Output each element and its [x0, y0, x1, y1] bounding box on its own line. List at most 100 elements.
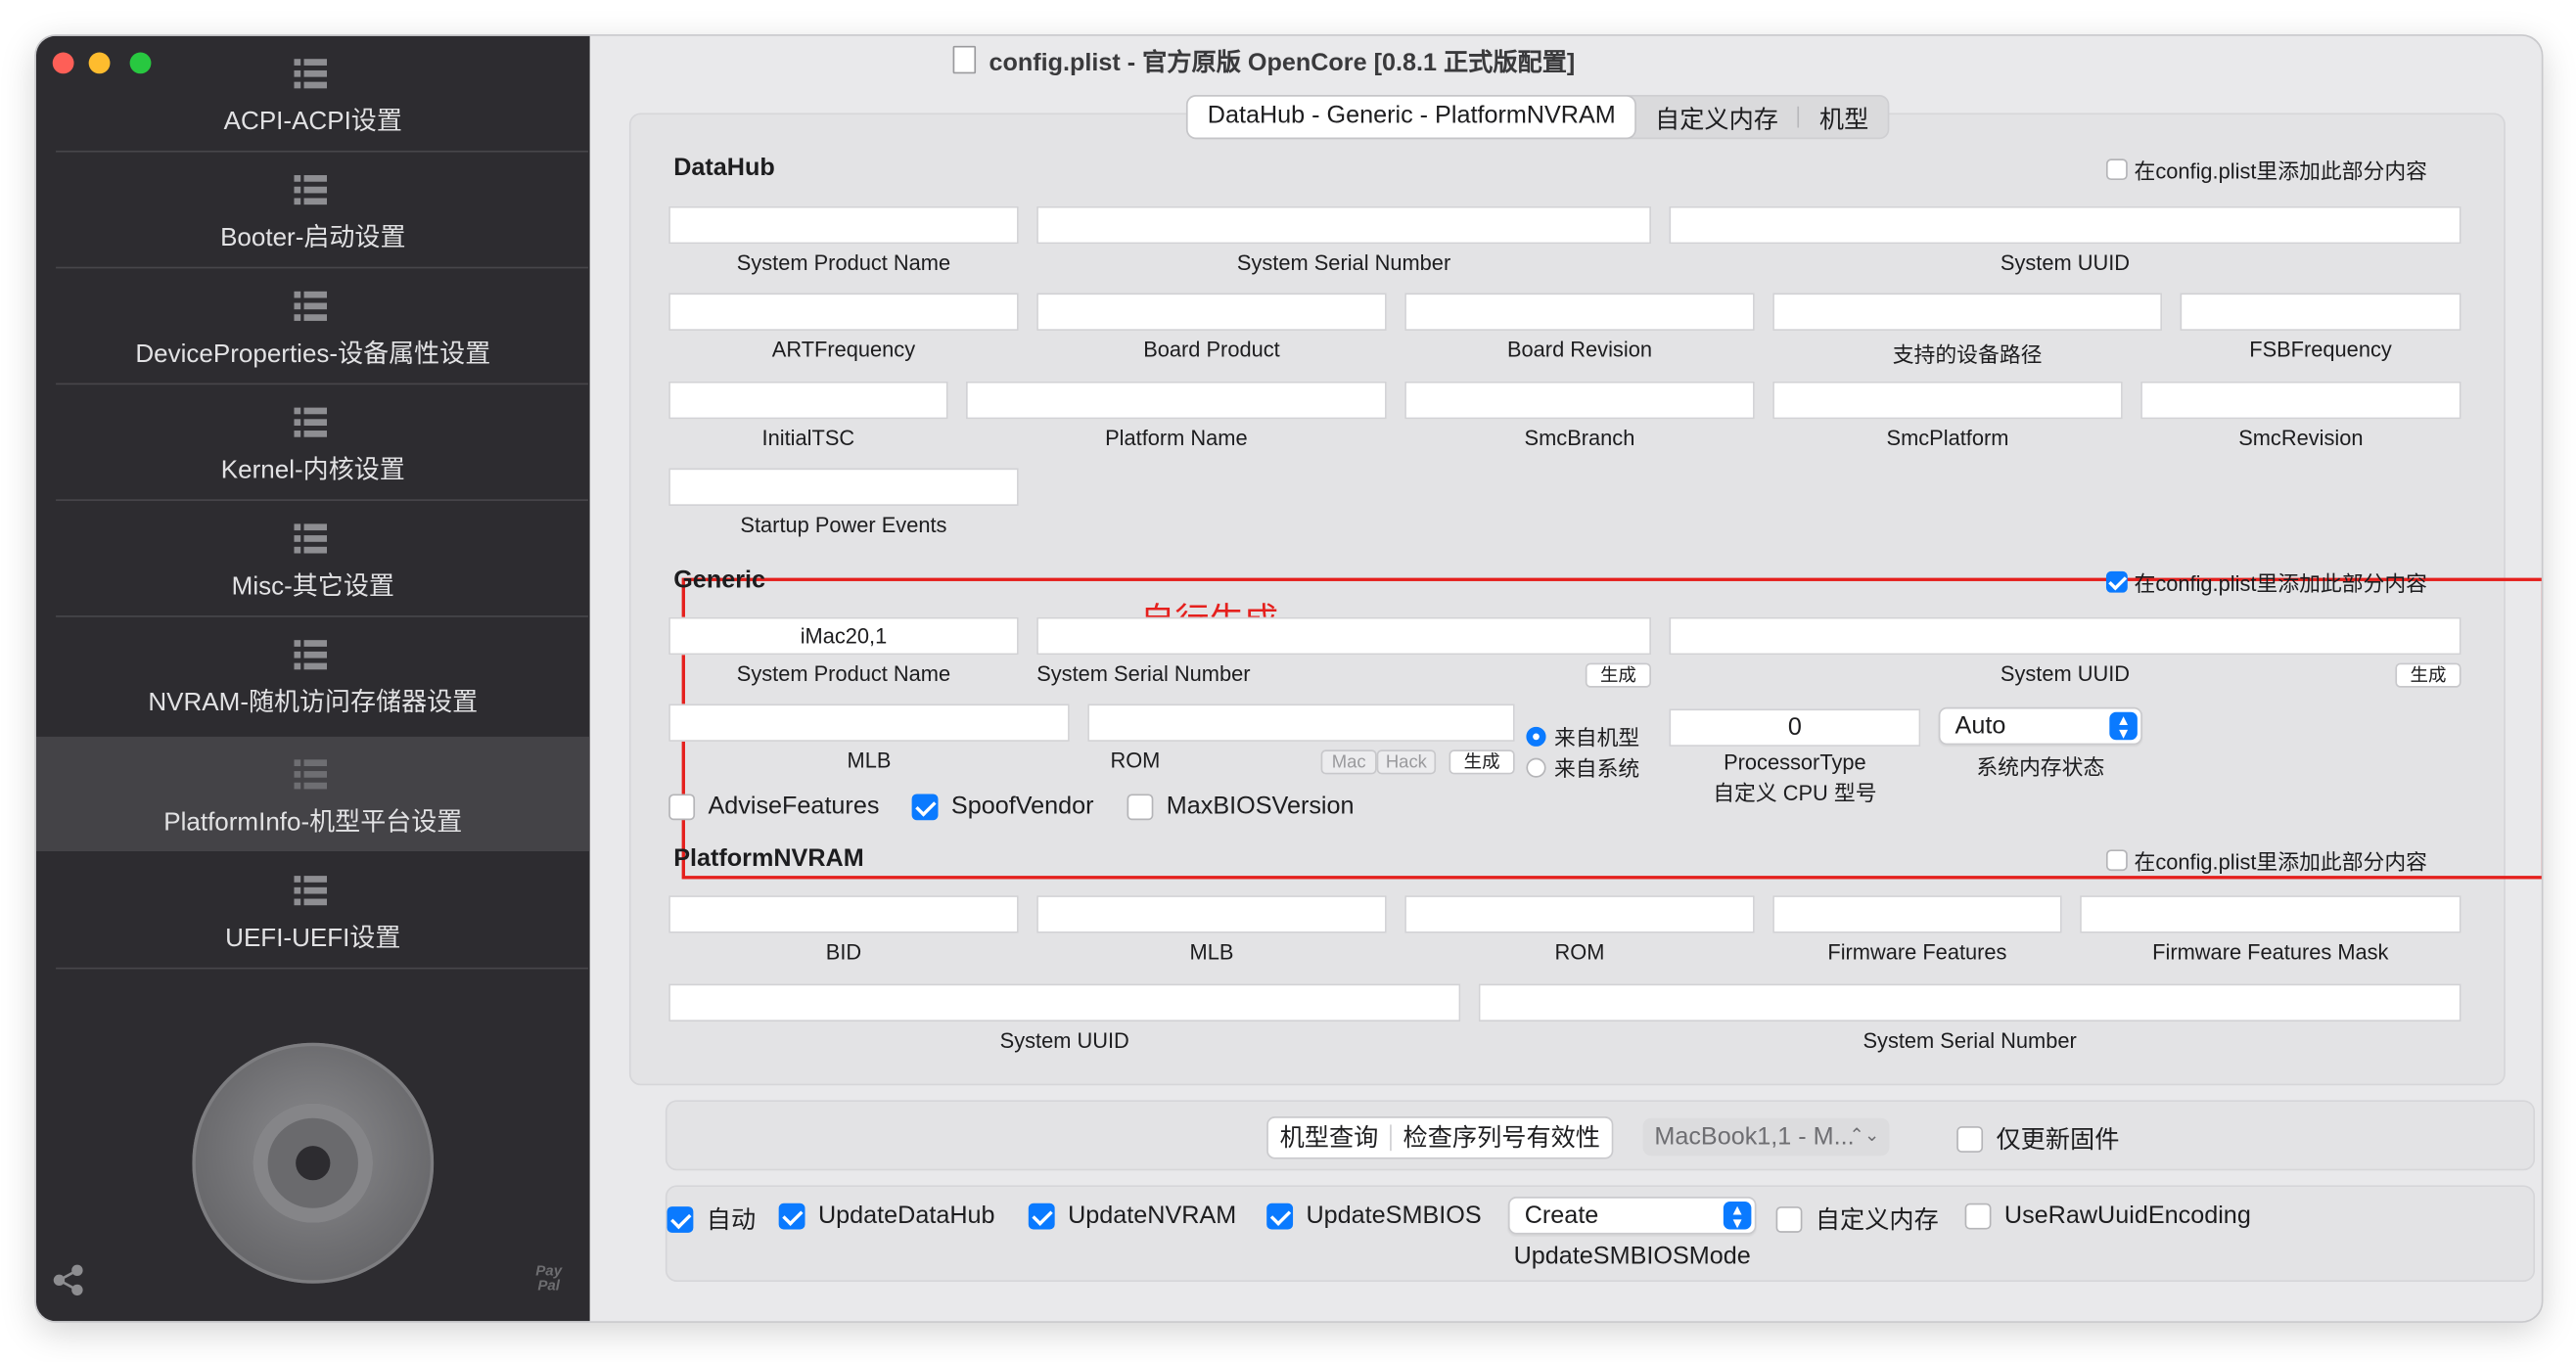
custom-memory-checkbox[interactable]: 自定义内存 [1775, 1202, 1939, 1236]
memory-status-select[interactable]: Auto ▲ ▼ [1938, 706, 2142, 746]
field-label: System UUID [2000, 660, 2131, 687]
select-value: Create [1524, 1202, 1599, 1230]
field-label: System Product Name [736, 250, 951, 276]
window-title: config.plist - 官方原版 OpenCore [0.8.1 正式版配… [952, 44, 1576, 78]
generic-system-product-name-input[interactable]: iMac20,1 [668, 616, 1019, 656]
select-value: Auto [1955, 711, 2006, 741]
checkbox[interactable] [1964, 1202, 1992, 1229]
checkbox[interactable] [778, 1202, 805, 1229]
checkbox[interactable] [2105, 570, 2128, 593]
datahub-art-frequency-input[interactable] [668, 293, 1019, 331]
field-label: 自定义 CPU 型号 [1713, 781, 1877, 806]
radio-button[interactable] [1526, 726, 1546, 747]
nvram-system-serial-number-input[interactable] [1478, 983, 2461, 1022]
generate-rom-button[interactable]: 生成 [1449, 749, 1515, 775]
radio-label: 来自系统 [1553, 755, 1640, 782]
checkbox[interactable] [2105, 159, 2128, 181]
checkbox[interactable] [667, 1205, 694, 1233]
generic-mlb-input[interactable] [668, 704, 1070, 742]
checkbox[interactable] [1028, 1202, 1055, 1229]
sidebar-item-misc[interactable]: Misc-其它设置 [36, 501, 590, 615]
max-bios-version-checkbox[interactable]: MaxBIOSVersion [1127, 793, 1355, 820]
generic-add-checkbox[interactable]: 在config.plist里添加此部分内容 [2105, 567, 2428, 598]
list-icon [294, 175, 328, 205]
sidebar-item-booter[interactable]: Booter-启动设置 [36, 153, 590, 267]
datahub-smc-revision-input[interactable] [2140, 381, 2461, 420]
tab-model[interactable]: 机型 [1800, 97, 1889, 138]
spoof-vendor-checkbox[interactable]: SpoofVendor [911, 793, 1094, 820]
field-label: InitialTSC [761, 426, 855, 451]
checkbox-label: MaxBIOSVersion [1166, 792, 1355, 821]
checkbox-label: UpdateDataHub [817, 1202, 995, 1230]
field-label: SmcBranch [1524, 426, 1635, 451]
rom-from-model-radio[interactable]: 来自机型 [1526, 720, 1639, 751]
update-firmware-only-checkbox[interactable]: 仅更新固件 [1956, 1121, 2119, 1156]
nvram-rom-input[interactable] [1404, 895, 1755, 933]
generate-serial-button[interactable]: 生成 [1585, 662, 1651, 688]
field-label: ARTFrequency [771, 337, 916, 362]
nvram-mlb-input[interactable] [1036, 895, 1387, 933]
sidebar-item-acpi[interactable]: ACPI-ACPI设置 [36, 36, 590, 151]
rom-from-system-radio[interactable]: 来自系统 [1526, 751, 1639, 783]
sidebar-item-platforminfo[interactable]: PlatformInfo-机型平台设置 [35, 736, 590, 852]
datahub-add-checkbox[interactable]: 在config.plist里添加此部分内容 [2105, 154, 2427, 185]
sidebar-item-device-properties[interactable]: DeviceProperties-设备属性设置 [36, 268, 590, 383]
datahub-smc-platform-input[interactable] [1772, 381, 2123, 420]
auto-checkbox[interactable]: 自动 [667, 1202, 756, 1236]
checkbox-label: 在config.plist里添加此部分内容 [2134, 570, 2428, 597]
datahub-smc-branch-input[interactable] [1404, 381, 1755, 420]
use-raw-uuid-encoding-checkbox[interactable]: UseRawUuidEncoding [1964, 1202, 2251, 1229]
check-serial-button[interactable]: 检查序列号有效性 [1392, 1118, 1612, 1158]
tab-custom-memory[interactable]: 自定义内存 [1635, 97, 1798, 138]
nvram-firmware-features-input[interactable] [1772, 895, 2062, 933]
datahub-system-uuid-input[interactable] [1669, 205, 2461, 245]
checkbox[interactable] [668, 793, 696, 820]
nvram-bid-input[interactable] [668, 895, 1019, 933]
share-icon[interactable] [53, 1264, 86, 1307]
checkbox[interactable] [1266, 1202, 1294, 1229]
rom-mac-button[interactable]: Mac [1320, 749, 1377, 775]
sidebar-item-label: NVRAM-随机访问存储器设置 [148, 689, 479, 717]
generic-system-serial-number-input[interactable] [1036, 616, 1651, 656]
sidebar-item-nvram[interactable]: NVRAM-随机访问存储器设置 [36, 617, 590, 732]
tab-datahub-generic-platformnvram[interactable]: DataHub - Generic - PlatformNVRAM [1187, 96, 1635, 138]
checkbox[interactable] [911, 793, 939, 820]
datahub-board-revision-input[interactable] [1404, 293, 1755, 331]
sidebar-item-kernel[interactable]: Kernel-内核设置 [36, 385, 590, 499]
update-smbios-checkbox[interactable]: UpdateSMBIOS [1266, 1202, 1482, 1229]
datahub-initial-tsc-input[interactable] [668, 381, 948, 420]
generic-system-uuid-input[interactable] [1669, 616, 2461, 656]
advise-features-checkbox[interactable]: AdviseFeatures [668, 793, 879, 820]
checkbox[interactable] [1775, 1205, 1803, 1233]
update-smbios-mode-select[interactable]: Create ▲ ▼ [1507, 1197, 1757, 1235]
datahub-startup-power-events-input[interactable] [668, 468, 1019, 506]
list-icon [294, 407, 328, 437]
datahub-fsb-frequency-input[interactable] [2180, 293, 2461, 331]
update-nvram-checkbox[interactable]: UpdateNVRAM [1028, 1202, 1236, 1229]
field-label: System Serial Number [1036, 660, 1251, 687]
platform-nvram-add-checkbox[interactable]: 在config.plist里添加此部分内容 [2105, 844, 2427, 876]
sidebar-item-uefi[interactable]: UEFI-UEFI设置 [36, 853, 590, 968]
model-select[interactable]: MacBook1,1 - M... ⌃⌄ [1642, 1117, 1890, 1157]
datahub-system-product-name-input[interactable] [668, 205, 1019, 245]
generate-uuid-button[interactable]: 生成 [2395, 662, 2461, 688]
checkbox[interactable] [1956, 1125, 1984, 1153]
rom-hack-button[interactable]: Hack [1376, 749, 1437, 775]
checkbox[interactable] [2105, 849, 2128, 872]
window-title-text: config.plist - 官方原版 OpenCore [0.8.1 正式版配… [989, 49, 1576, 77]
datahub-system-serial-number-input[interactable] [1036, 205, 1651, 245]
field-label: MLB [1189, 939, 1234, 965]
generic-rom-input[interactable] [1087, 704, 1515, 742]
datahub-device-path-input[interactable] [1772, 293, 2163, 331]
datahub-platform-name-input[interactable] [966, 381, 1387, 420]
paypal-logo[interactable]: Pay Pal [535, 1263, 562, 1294]
processor-type-input[interactable]: 0 [1669, 708, 1921, 747]
nvram-firmware-features-mask-input[interactable] [2080, 895, 2461, 933]
checkbox[interactable] [1127, 793, 1154, 820]
datahub-board-product-input[interactable] [1036, 293, 1387, 331]
model-query-button[interactable]: 机型查询 [1268, 1118, 1390, 1158]
nvram-system-uuid-input[interactable] [668, 983, 1461, 1022]
radio-button[interactable] [1526, 756, 1546, 777]
update-datahub-checkbox[interactable]: UpdateDataHub [778, 1202, 995, 1230]
field-label: ProcessorType [1724, 749, 1866, 775]
